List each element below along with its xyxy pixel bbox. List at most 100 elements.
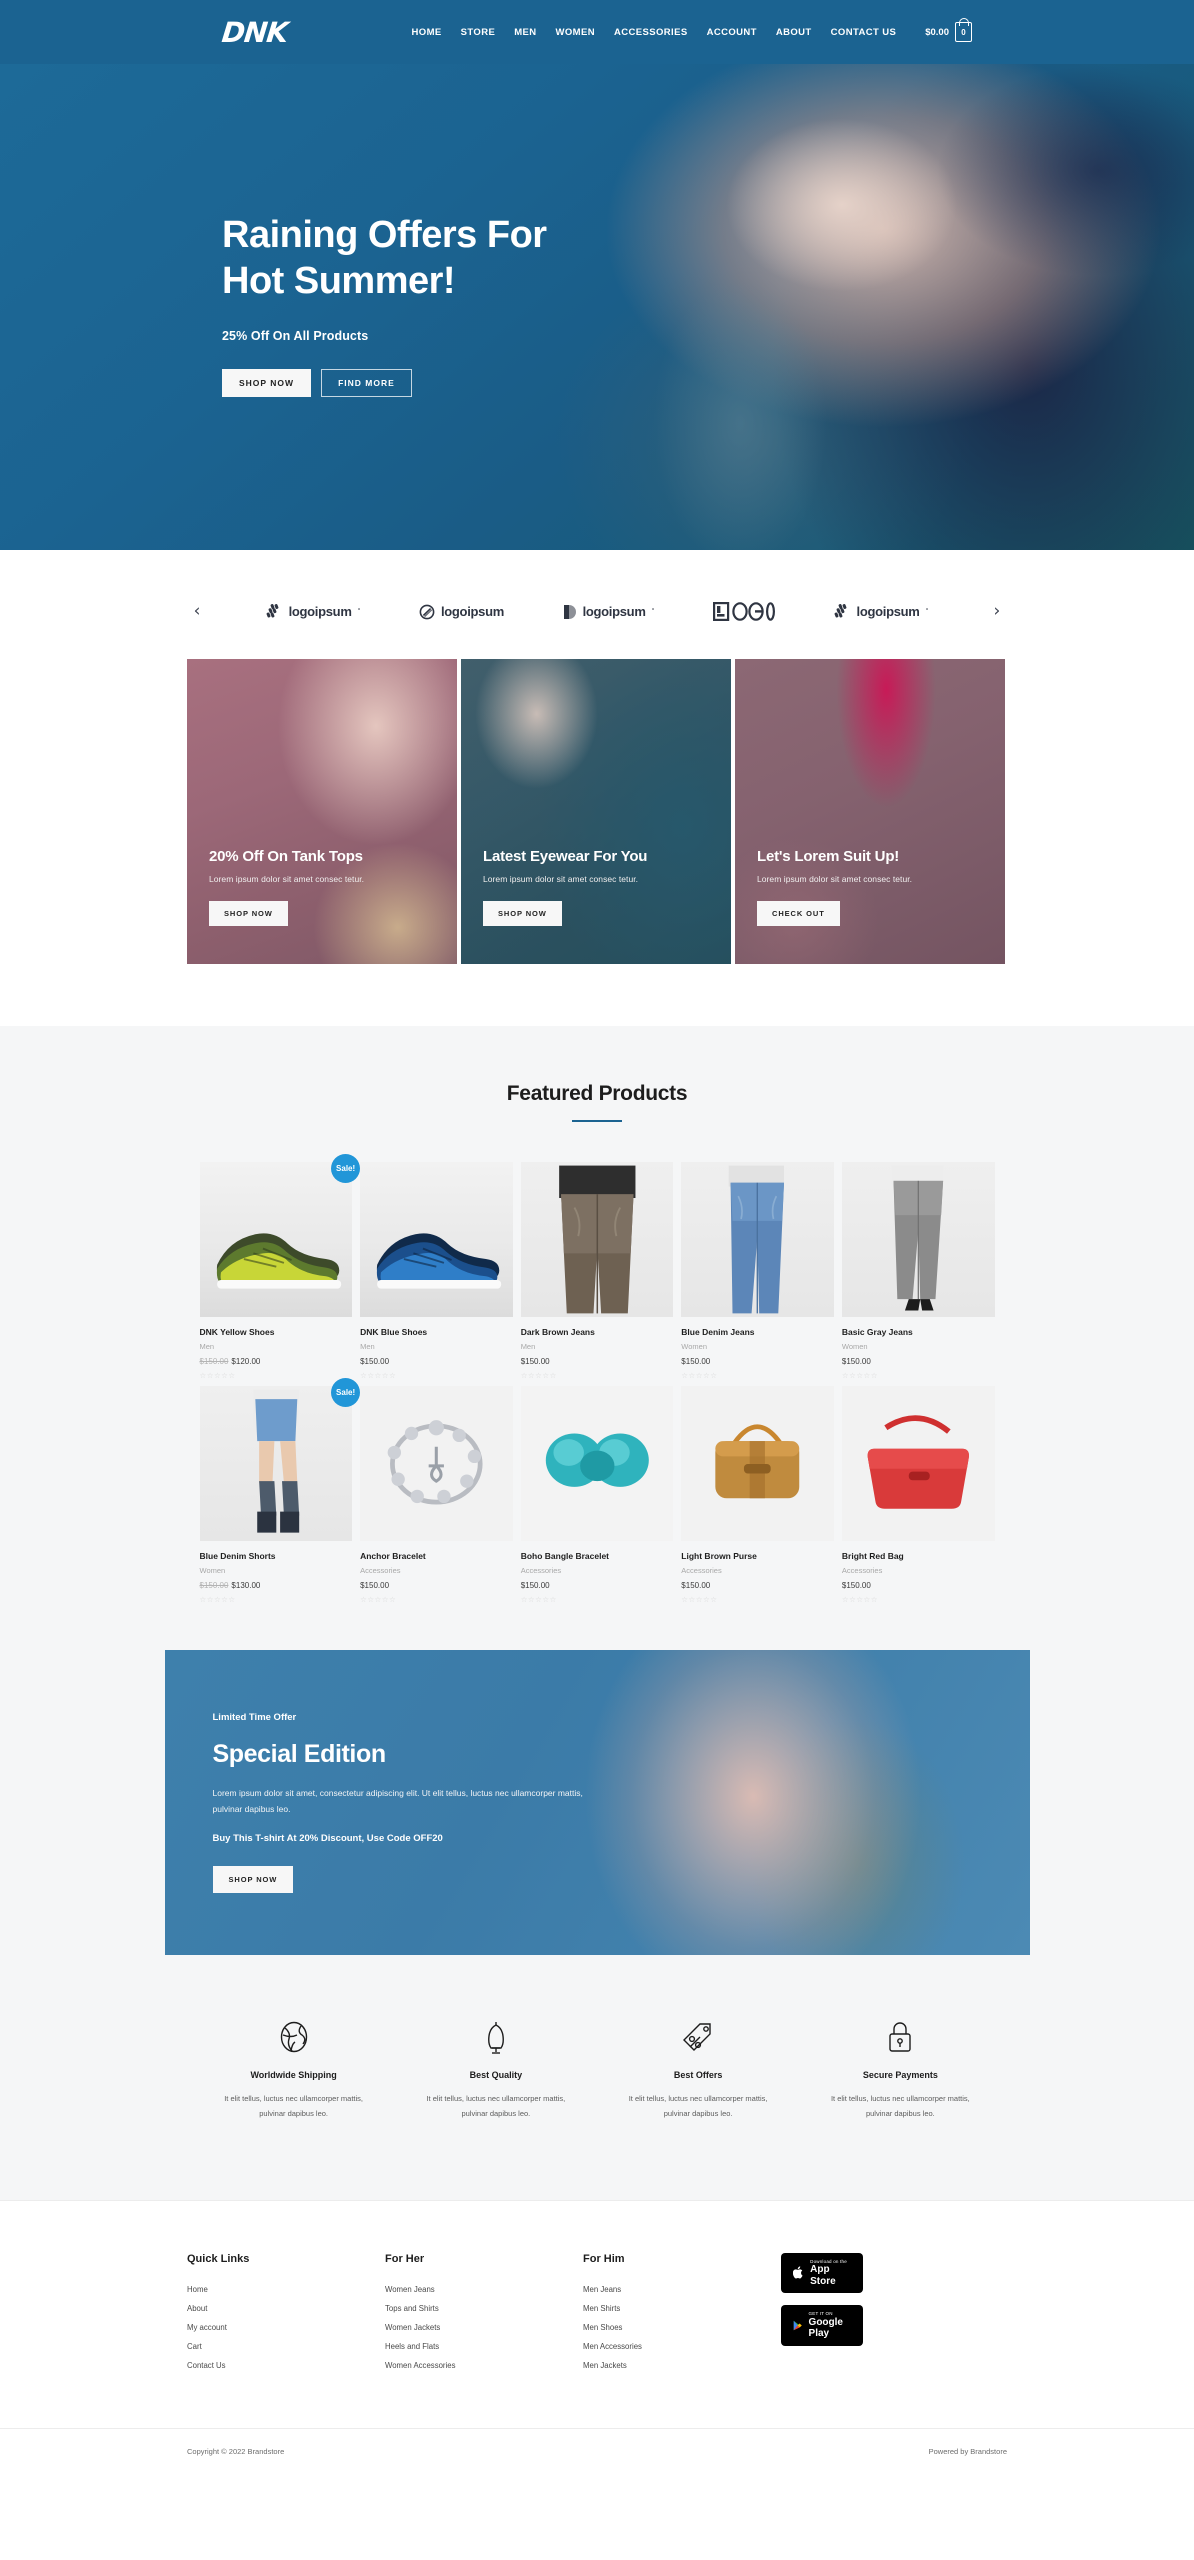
footer-link-men-shirts[interactable]: Men Shirts [583, 2304, 781, 2313]
google-play-icon [793, 2320, 802, 2331]
product-card[interactable]: Sale! Blue Denim Shorts Women $150.00 $13… [199, 1378, 361, 1604]
product-image[interactable] [841, 1162, 995, 1317]
footer-link-contact-us[interactable]: Contact Us [187, 2361, 385, 2370]
product-image[interactable] [681, 1162, 834, 1317]
cart-widget[interactable]: $0.00 0 [925, 22, 972, 42]
product-category: Women [681, 1342, 708, 1351]
product-rating[interactable]: ☆☆☆☆☆ [842, 1595, 995, 1604]
product-category: Men [520, 1342, 536, 1351]
footer-column-title: Quick Links [187, 2252, 250, 2265]
promo-card[interactable]: Latest Eyewear For You Lorem ipsum dolor… [461, 659, 731, 964]
promo-cards: 20% Off On Tank Tops Lorem ipsum dolor s… [0, 659, 1194, 1026]
powered-by-text: Powered by Brandstore [928, 2446, 1007, 2456]
footer-link-men-jeans[interactable]: Men Jeans [583, 2285, 781, 2294]
product-card[interactable]: Basic Gray Jeans Women $150.00 ☆☆☆☆☆ [841, 1162, 995, 1380]
chevron-right-icon[interactable]: › [987, 603, 1007, 620]
nav-item-home[interactable]: HOME [412, 27, 442, 38]
nav-item-store[interactable]: STORE [461, 27, 496, 38]
product-rating[interactable]: ☆☆☆☆☆ [360, 1371, 513, 1380]
product-category: Accessories [841, 1566, 883, 1575]
product-rating[interactable]: ☆☆☆☆☆ [842, 1371, 995, 1380]
product-image[interactable] [520, 1162, 674, 1317]
nav-item-women[interactable]: WOMEN [556, 27, 595, 38]
featured-products-section: Featured Products Sale! DNK Yellow Shoes [0, 1026, 1194, 1604]
promo-card[interactable]: 20% Off On Tank Tops Lorem ipsum dolor s… [187, 659, 457, 964]
promo-shop-now-button[interactable]: SHOP NOW [483, 901, 562, 926]
product-rating[interactable]: ☆☆☆☆☆ [521, 1371, 674, 1380]
footer-link-home[interactable]: Home [187, 2285, 385, 2294]
apple-icon [793, 2266, 803, 2279]
promo-shop-now-button[interactable]: SHOP NOW [209, 901, 288, 926]
promo-card[interactable]: Let's Lorem Suit Up! Lorem ipsum dolor s… [735, 659, 1005, 964]
footer-link-cart[interactable]: Cart [187, 2342, 385, 2351]
product-category: Accessories [520, 1566, 562, 1575]
product-card[interactable]: Anchor Bracelet Accessories $150.00 ☆☆☆☆… [360, 1386, 513, 1604]
footer-link-men-accessories[interactable]: Men Accessories [583, 2342, 781, 2351]
product-card[interactable]: Sale! DNK Yellow Shoes Men $150.00 $120.0… [199, 1154, 361, 1380]
nav-item-accessories[interactable]: ACCESSORIES [614, 27, 688, 38]
footer-link-women-jackets[interactable]: Women Jackets [385, 2323, 583, 2332]
google-play-big-label: Google Play [808, 2316, 843, 2340]
product-image[interactable] [360, 1162, 513, 1317]
product-current-price: $150.00 [520, 1581, 550, 1590]
product-card[interactable]: Blue Denim Jeans Women $150.00 ☆☆☆☆☆ [681, 1162, 834, 1380]
half-circle-mark [563, 604, 576, 619]
feature-description: It elit tellus, luctus nec ullamcorper m… [830, 2094, 970, 2119]
product-price: $150.00 [360, 1581, 513, 1590]
site-logo[interactable]: DNK [220, 16, 289, 49]
hero-shop-now-button[interactable]: SHOP NOW [222, 368, 312, 397]
footer-link-women-jeans[interactable]: Women Jeans [385, 2285, 583, 2294]
footer-link-about[interactable]: About [187, 2304, 385, 2313]
nav-item-account[interactable]: ACCOUNT [707, 27, 757, 38]
shopping-bag-icon[interactable]: 0 [955, 22, 972, 42]
product-card[interactable]: Bright Red Bag Accessories $150.00 ☆☆☆☆☆ [841, 1386, 995, 1604]
footer-link-tops-and-shirts[interactable]: Tops and Shirts [385, 2304, 583, 2313]
brand-name: logoipsum [288, 604, 352, 619]
feature-description: It elit tellus, luctus nec ullamcorper m… [426, 2094, 566, 2119]
special-shop-now-button[interactable]: SHOP NOW [212, 1865, 294, 1893]
product-card[interactable]: DNK Blue Shoes Men $150.00 ☆☆☆☆☆ [360, 1162, 513, 1380]
product-rating[interactable]: ☆☆☆☆☆ [360, 1595, 513, 1604]
footer-link-heels-and-flats[interactable]: Heels and Flats [385, 2342, 583, 2351]
footer-link-my-account[interactable]: My account [187, 2323, 385, 2332]
brand-trademark: ° [357, 608, 361, 615]
product-image[interactable] [841, 1386, 995, 1541]
feature-description: It elit tellus, luctus nec ullamcorper m… [628, 2094, 768, 2119]
nav-item-men[interactable]: MEN [514, 27, 536, 38]
brand-logo-item[interactable]: LOGO [712, 602, 775, 621]
product-image[interactable] [681, 1386, 834, 1541]
brand-logo-item[interactable]: logoipsum ° [266, 604, 361, 619]
product-name: Light Brown Purse [681, 1551, 757, 1561]
promo-check-out-button[interactable]: CHECK OUT [757, 901, 840, 926]
product-image[interactable] [520, 1386, 674, 1541]
brand-logo-item[interactable]: logoipsum ° [834, 604, 929, 619]
product-image[interactable] [360, 1386, 513, 1541]
footer-link-men-jackets[interactable]: Men Jackets [583, 2361, 781, 2370]
product-rating[interactable]: ☆☆☆☆☆ [200, 1595, 353, 1604]
app-store-big-label: App Store [810, 2264, 836, 2287]
product-image[interactable] [199, 1386, 353, 1541]
brand-logo-item[interactable]: logoipsum [419, 604, 504, 620]
nav-item-contact-us[interactable]: CONTACT US [831, 27, 897, 38]
product-card[interactable]: Boho Bangle Bracelet Accessories $150.00… [520, 1386, 674, 1604]
dots-diagonal-mark [266, 604, 278, 618]
brand-trademark: ° [925, 608, 929, 615]
app-store-button[interactable]: Download on the App Store [781, 2252, 863, 2294]
google-play-button[interactable]: GET IT ON Google Play [781, 2305, 863, 2346]
brand-trademark: ° [651, 608, 655, 615]
brand-logo-item[interactable]: logoipsum ° [563, 604, 655, 620]
product-card[interactable]: Light Brown Purse Accessories $150.00 ☆☆… [681, 1386, 834, 1604]
hero-find-more-button[interactable]: FIND MORE [321, 368, 412, 397]
product-rating[interactable]: ☆☆☆☆☆ [521, 1595, 674, 1604]
product-card[interactable]: Dark Brown Jeans Men $150.00 ☆☆☆☆☆ [520, 1162, 674, 1380]
footer-column-quick-links: Quick Links Home About My account Cart C… [187, 2253, 385, 2380]
product-image[interactable] [199, 1162, 353, 1317]
nav-item-about[interactable]: ABOUT [776, 27, 812, 38]
footer-link-men-shoes[interactable]: Men Shoes [583, 2323, 781, 2332]
footer-link-women-accessories[interactable]: Women Accessories [385, 2361, 583, 2370]
product-rating[interactable]: ☆☆☆☆☆ [681, 1371, 834, 1380]
chevron-left-icon[interactable]: ‹ [187, 603, 207, 620]
product-rating[interactable]: ☆☆☆☆☆ [200, 1371, 353, 1380]
product-rating[interactable]: ☆☆☆☆☆ [681, 1595, 834, 1604]
cart-total: $0.00 [925, 26, 949, 38]
